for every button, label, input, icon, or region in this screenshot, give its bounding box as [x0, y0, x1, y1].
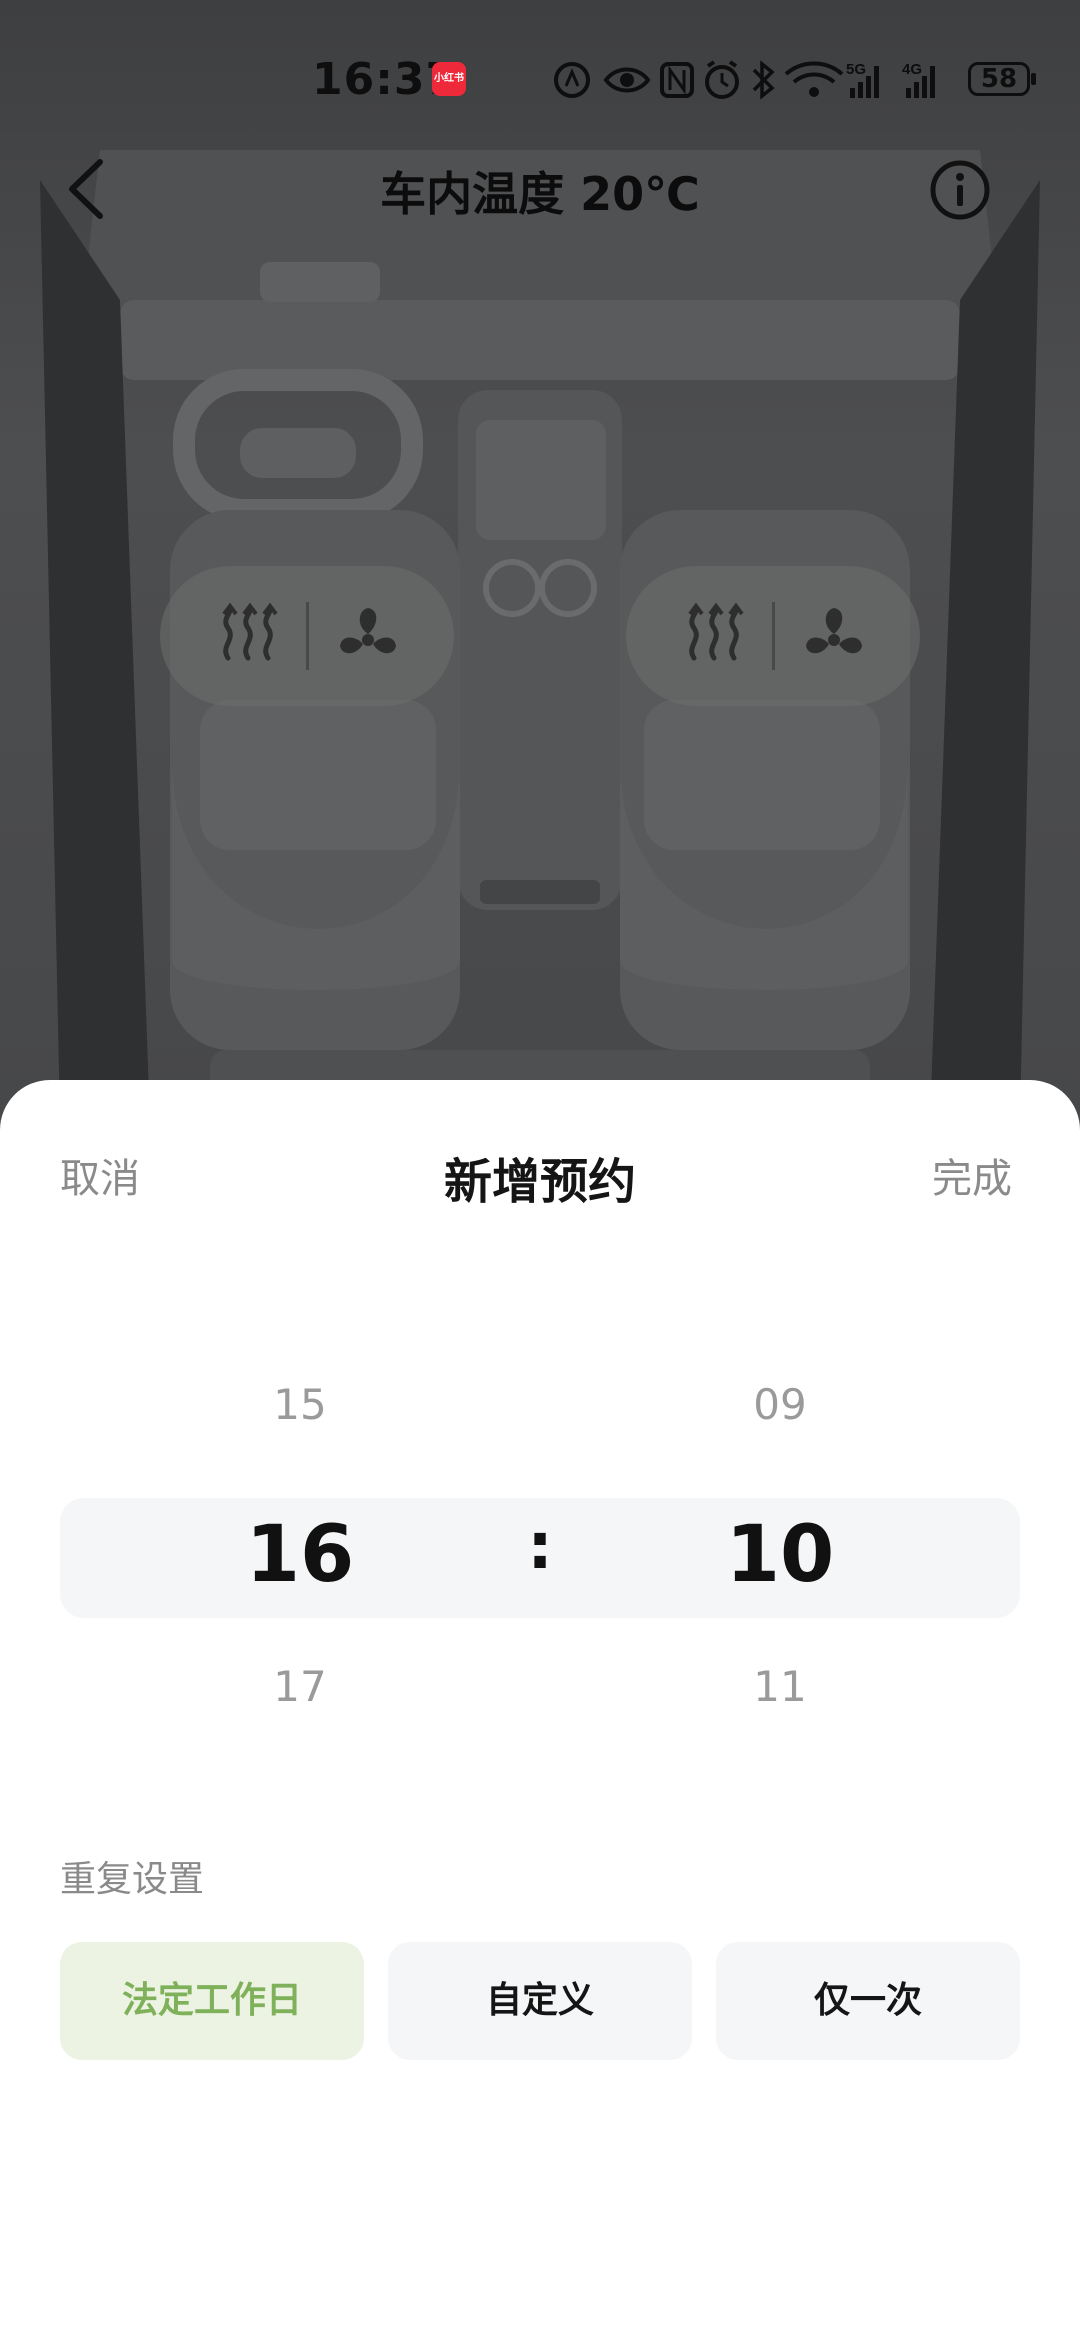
eye-icon	[603, 67, 651, 93]
pill-divider	[772, 602, 775, 670]
seat-heat-icon[interactable]	[208, 596, 288, 676]
add-schedule-sheet: 取消 新增预约 完成 15 16 17 : 09 10 11 重复设置 法定工作…	[0, 1080, 1080, 2340]
time-separator: :	[527, 1510, 553, 1584]
seat-fan-icon[interactable]	[328, 596, 408, 676]
svg-text:5G: 5G	[846, 61, 866, 78]
seat-heat-icon[interactable]	[674, 596, 754, 676]
minute-selected[interactable]: 10	[680, 1510, 880, 1600]
done-button[interactable]: 完成	[932, 1146, 1012, 1204]
minute-option-next[interactable]: 11	[680, 1662, 880, 1711]
bluetooth-icon	[752, 60, 775, 100]
repeat-option-workdays[interactable]: 法定工作日	[60, 1942, 364, 2060]
wifi-icon	[784, 61, 844, 97]
sheet-title: 新增预约	[443, 1154, 636, 1210]
header: 车内温度 20℃	[0, 140, 1080, 240]
left-seat-controls	[160, 566, 454, 706]
page-title: 车内温度 20℃	[380, 167, 700, 221]
nfc-leaf-icon	[554, 62, 590, 98]
notification-app-icon: 小红书	[432, 62, 466, 96]
seat-fan-icon[interactable]	[794, 596, 874, 676]
nfc-icon	[660, 62, 694, 98]
hour-option-prev[interactable]: 15	[200, 1380, 400, 1429]
alarm-icon	[705, 60, 739, 99]
battery-indicator: 58	[968, 62, 1036, 96]
repeat-settings-label: 重复设置	[60, 1859, 205, 1900]
signal-5g-icon: 5G	[846, 61, 879, 98]
pill-divider	[306, 602, 309, 670]
repeat-option-custom[interactable]: 自定义	[388, 1942, 692, 2060]
minute-option-prev[interactable]: 09	[680, 1380, 880, 1429]
hour-selected[interactable]: 16	[200, 1510, 400, 1600]
signal-4g-icon: 4G	[902, 61, 935, 98]
info-icon[interactable]	[928, 158, 992, 222]
status-bar: 16:37 小红书 5G 4G 58	[0, 40, 1080, 120]
repeat-option-once[interactable]: 仅一次	[716, 1942, 1020, 2060]
svg-text:4G: 4G	[902, 61, 922, 78]
right-seat-controls	[626, 566, 920, 706]
hour-option-next[interactable]: 17	[200, 1662, 400, 1711]
